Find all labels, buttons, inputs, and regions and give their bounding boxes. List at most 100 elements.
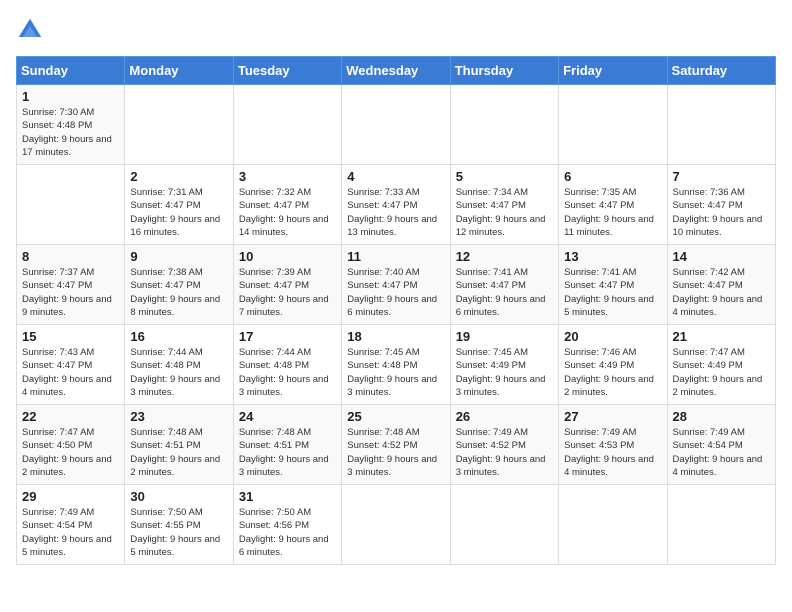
day-number: 17 bbox=[239, 329, 336, 344]
calendar-header-row: Sunday Monday Tuesday Wednesday Thursday… bbox=[17, 57, 776, 85]
day-number: 25 bbox=[347, 409, 444, 424]
day-number: 8 bbox=[22, 249, 119, 264]
cell-info: Sunrise: 7:37 AMSunset: 4:47 PMDaylight:… bbox=[22, 267, 112, 318]
table-cell: 3 Sunrise: 7:32 AMSunset: 4:47 PMDayligh… bbox=[233, 165, 341, 245]
table-cell: 27 Sunrise: 7:49 AMSunset: 4:53 PMDaylig… bbox=[559, 405, 667, 485]
day-number: 26 bbox=[456, 409, 553, 424]
cell-info: Sunrise: 7:30 AMSunset: 4:48 PMDaylight:… bbox=[22, 107, 112, 158]
day-number: 14 bbox=[673, 249, 770, 264]
calendar-week-row: 8 Sunrise: 7:37 AMSunset: 4:47 PMDayligh… bbox=[17, 245, 776, 325]
calendar-week-row: 1 Sunrise: 7:30 AMSunset: 4:48 PMDayligh… bbox=[17, 85, 776, 165]
calendar-week-row: 2 Sunrise: 7:31 AMSunset: 4:47 PMDayligh… bbox=[17, 165, 776, 245]
col-tuesday: Tuesday bbox=[233, 57, 341, 85]
cell-info: Sunrise: 7:36 AMSunset: 4:47 PMDaylight:… bbox=[673, 187, 763, 238]
table-cell: 23 Sunrise: 7:48 AMSunset: 4:51 PMDaylig… bbox=[125, 405, 233, 485]
day-number: 11 bbox=[347, 249, 444, 264]
table-cell: 7 Sunrise: 7:36 AMSunset: 4:47 PMDayligh… bbox=[667, 165, 775, 245]
table-cell: 30 Sunrise: 7:50 AMSunset: 4:55 PMDaylig… bbox=[125, 485, 233, 565]
day-number: 13 bbox=[564, 249, 661, 264]
table-cell: 31 Sunrise: 7:50 AMSunset: 4:56 PMDaylig… bbox=[233, 485, 341, 565]
table-cell: 20 Sunrise: 7:46 AMSunset: 4:49 PMDaylig… bbox=[559, 325, 667, 405]
col-saturday: Saturday bbox=[667, 57, 775, 85]
table-cell: 9 Sunrise: 7:38 AMSunset: 4:47 PMDayligh… bbox=[125, 245, 233, 325]
day-number: 29 bbox=[22, 489, 119, 504]
table-cell: 13 Sunrise: 7:41 AMSunset: 4:47 PMDaylig… bbox=[559, 245, 667, 325]
col-sunday: Sunday bbox=[17, 57, 125, 85]
table-cell bbox=[450, 485, 558, 565]
day-number: 12 bbox=[456, 249, 553, 264]
cell-info: Sunrise: 7:35 AMSunset: 4:47 PMDaylight:… bbox=[564, 187, 654, 238]
day-number: 28 bbox=[673, 409, 770, 424]
table-cell: 25 Sunrise: 7:48 AMSunset: 4:52 PMDaylig… bbox=[342, 405, 450, 485]
cell-info: Sunrise: 7:49 AMSunset: 4:53 PMDaylight:… bbox=[564, 427, 654, 478]
cell-info: Sunrise: 7:49 AMSunset: 4:54 PMDaylight:… bbox=[22, 507, 112, 558]
table-cell bbox=[125, 85, 233, 165]
table-cell: 17 Sunrise: 7:44 AMSunset: 4:48 PMDaylig… bbox=[233, 325, 341, 405]
table-cell: 5 Sunrise: 7:34 AMSunset: 4:47 PMDayligh… bbox=[450, 165, 558, 245]
calendar-week-row: 15 Sunrise: 7:43 AMSunset: 4:47 PMDaylig… bbox=[17, 325, 776, 405]
day-number: 4 bbox=[347, 169, 444, 184]
cell-info: Sunrise: 7:48 AMSunset: 4:51 PMDaylight:… bbox=[130, 427, 220, 478]
logo-icon bbox=[16, 16, 44, 44]
table-cell bbox=[342, 85, 450, 165]
cell-info: Sunrise: 7:44 AMSunset: 4:48 PMDaylight:… bbox=[130, 347, 220, 398]
col-monday: Monday bbox=[125, 57, 233, 85]
calendar-table: Sunday Monday Tuesday Wednesday Thursday… bbox=[16, 56, 776, 565]
cell-info: Sunrise: 7:38 AMSunset: 4:47 PMDaylight:… bbox=[130, 267, 220, 318]
day-number: 18 bbox=[347, 329, 444, 344]
cell-info: Sunrise: 7:47 AMSunset: 4:50 PMDaylight:… bbox=[22, 427, 112, 478]
cell-info: Sunrise: 7:33 AMSunset: 4:47 PMDaylight:… bbox=[347, 187, 437, 238]
table-cell: 8 Sunrise: 7:37 AMSunset: 4:47 PMDayligh… bbox=[17, 245, 125, 325]
table-cell: 11 Sunrise: 7:40 AMSunset: 4:47 PMDaylig… bbox=[342, 245, 450, 325]
table-cell bbox=[450, 85, 558, 165]
table-cell bbox=[667, 85, 775, 165]
cell-info: Sunrise: 7:32 AMSunset: 4:47 PMDaylight:… bbox=[239, 187, 329, 238]
col-thursday: Thursday bbox=[450, 57, 558, 85]
day-number: 23 bbox=[130, 409, 227, 424]
day-number: 2 bbox=[130, 169, 227, 184]
cell-info: Sunrise: 7:45 AMSunset: 4:48 PMDaylight:… bbox=[347, 347, 437, 398]
day-number: 31 bbox=[239, 489, 336, 504]
table-cell: 14 Sunrise: 7:42 AMSunset: 4:47 PMDaylig… bbox=[667, 245, 775, 325]
table-cell: 10 Sunrise: 7:39 AMSunset: 4:47 PMDaylig… bbox=[233, 245, 341, 325]
day-number: 27 bbox=[564, 409, 661, 424]
table-cell: 15 Sunrise: 7:43 AMSunset: 4:47 PMDaylig… bbox=[17, 325, 125, 405]
cell-info: Sunrise: 7:48 AMSunset: 4:51 PMDaylight:… bbox=[239, 427, 329, 478]
cell-info: Sunrise: 7:34 AMSunset: 4:47 PMDaylight:… bbox=[456, 187, 546, 238]
col-friday: Friday bbox=[559, 57, 667, 85]
calendar-week-row: 22 Sunrise: 7:47 AMSunset: 4:50 PMDaylig… bbox=[17, 405, 776, 485]
day-number: 6 bbox=[564, 169, 661, 184]
calendar-week-row: 29 Sunrise: 7:49 AMSunset: 4:54 PMDaylig… bbox=[17, 485, 776, 565]
col-wednesday: Wednesday bbox=[342, 57, 450, 85]
cell-info: Sunrise: 7:43 AMSunset: 4:47 PMDaylight:… bbox=[22, 347, 112, 398]
cell-info: Sunrise: 7:40 AMSunset: 4:47 PMDaylight:… bbox=[347, 267, 437, 318]
table-cell: 16 Sunrise: 7:44 AMSunset: 4:48 PMDaylig… bbox=[125, 325, 233, 405]
cell-info: Sunrise: 7:45 AMSunset: 4:49 PMDaylight:… bbox=[456, 347, 546, 398]
day-number: 15 bbox=[22, 329, 119, 344]
day-number: 20 bbox=[564, 329, 661, 344]
table-cell: 18 Sunrise: 7:45 AMSunset: 4:48 PMDaylig… bbox=[342, 325, 450, 405]
table-cell: 21 Sunrise: 7:47 AMSunset: 4:49 PMDaylig… bbox=[667, 325, 775, 405]
table-cell: 22 Sunrise: 7:47 AMSunset: 4:50 PMDaylig… bbox=[17, 405, 125, 485]
day-number: 21 bbox=[673, 329, 770, 344]
day-number: 7 bbox=[673, 169, 770, 184]
table-cell: 1 Sunrise: 7:30 AMSunset: 4:48 PMDayligh… bbox=[17, 85, 125, 165]
cell-info: Sunrise: 7:39 AMSunset: 4:47 PMDaylight:… bbox=[239, 267, 329, 318]
day-number: 3 bbox=[239, 169, 336, 184]
page-header bbox=[16, 16, 776, 44]
cell-info: Sunrise: 7:49 AMSunset: 4:54 PMDaylight:… bbox=[673, 427, 763, 478]
logo bbox=[16, 16, 48, 44]
cell-info: Sunrise: 7:41 AMSunset: 4:47 PMDaylight:… bbox=[564, 267, 654, 318]
day-number: 30 bbox=[130, 489, 227, 504]
table-cell: 12 Sunrise: 7:41 AMSunset: 4:47 PMDaylig… bbox=[450, 245, 558, 325]
day-number: 22 bbox=[22, 409, 119, 424]
day-number: 5 bbox=[456, 169, 553, 184]
cell-info: Sunrise: 7:44 AMSunset: 4:48 PMDaylight:… bbox=[239, 347, 329, 398]
cell-info: Sunrise: 7:42 AMSunset: 4:47 PMDaylight:… bbox=[673, 267, 763, 318]
table-cell: 24 Sunrise: 7:48 AMSunset: 4:51 PMDaylig… bbox=[233, 405, 341, 485]
cell-info: Sunrise: 7:31 AMSunset: 4:47 PMDaylight:… bbox=[130, 187, 220, 238]
cell-info: Sunrise: 7:48 AMSunset: 4:52 PMDaylight:… bbox=[347, 427, 437, 478]
day-number: 10 bbox=[239, 249, 336, 264]
table-cell: 28 Sunrise: 7:49 AMSunset: 4:54 PMDaylig… bbox=[667, 405, 775, 485]
cell-info: Sunrise: 7:46 AMSunset: 4:49 PMDaylight:… bbox=[564, 347, 654, 398]
